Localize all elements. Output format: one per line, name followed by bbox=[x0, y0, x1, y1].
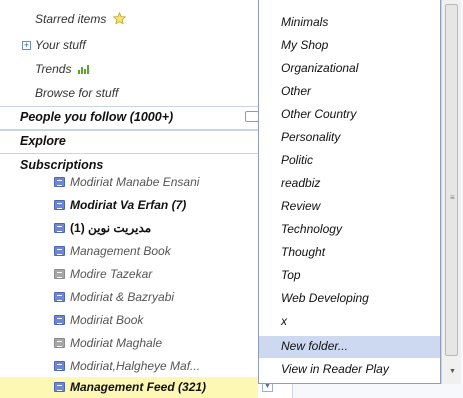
people-you-follow-label: People you follow (1000+) bbox=[20, 110, 174, 124]
menu-item-other-country[interactable]: Other Country bbox=[281, 107, 356, 121]
scroll-thumb[interactable] bbox=[445, 4, 458, 356]
browse-link[interactable]: Browse for stuff bbox=[35, 86, 118, 100]
menu-scrollbar[interactable] bbox=[441, 0, 461, 384]
feed-label: (مدیریت نوین (1 bbox=[70, 221, 152, 235]
trends-link[interactable]: Trends bbox=[35, 62, 90, 77]
menu-item-review[interactable]: Review bbox=[281, 199, 320, 213]
menu-item-other[interactable]: Other bbox=[281, 84, 311, 98]
feed-label: Modiriat Book bbox=[70, 313, 144, 327]
feed-item[interactable]: Modiriat Maghale bbox=[0, 333, 258, 354]
trends-label: Trends bbox=[35, 62, 72, 76]
feed-label: Modiriat Manabe Ensani bbox=[70, 175, 200, 189]
feed-icon bbox=[54, 223, 65, 233]
menu-item-readbiz[interactable]: readbiz bbox=[281, 176, 320, 190]
broken-feed-icon bbox=[54, 338, 65, 348]
menu-item-new-folder[interactable]: New folder... bbox=[281, 339, 348, 353]
feed-icon bbox=[54, 200, 65, 210]
menu-item-minimals[interactable]: Minimals bbox=[281, 15, 328, 29]
feed-label: Modire Tazekar bbox=[70, 267, 153, 281]
broken-feed-icon bbox=[54, 269, 65, 279]
subscriptions-heading[interactable]: Subscriptions bbox=[20, 158, 103, 172]
feed-item[interactable]: Management Book bbox=[0, 241, 258, 262]
menu-item-top[interactable]: Top bbox=[281, 268, 301, 282]
feed-icon bbox=[54, 177, 65, 187]
feed-label: Modiriat,Halgheye Maf... bbox=[70, 359, 201, 373]
feed-icon bbox=[54, 292, 65, 302]
feed-label: Modiriat Maghale bbox=[70, 336, 163, 350]
feed-label: Management Feed (321) bbox=[70, 380, 207, 394]
feed-icon bbox=[54, 361, 65, 371]
star-icon bbox=[112, 11, 126, 28]
feed-item[interactable]: Modire Tazekar bbox=[0, 264, 258, 285]
people-you-follow-section[interactable]: People you follow (1000+) bbox=[0, 106, 258, 130]
feed-item[interactable]: Modiriat Book bbox=[0, 310, 258, 331]
feed-item[interactable]: Modiriat Va Erfan (7) bbox=[0, 195, 258, 216]
menu-item-technology[interactable]: Technology bbox=[281, 222, 342, 236]
feed-item[interactable]: Modiriat,Halgheye Maf... bbox=[0, 356, 258, 377]
starred-items-link[interactable]: Starred items bbox=[35, 11, 126, 28]
menu-item-my-shop[interactable]: My Shop bbox=[281, 38, 328, 52]
feed-item[interactable]: Modiriat & Bazryabi bbox=[0, 287, 258, 308]
sidebar: Starred items + Your stuff Trends Browse… bbox=[0, 0, 259, 398]
menu-item-thought[interactable]: Thought bbox=[281, 245, 325, 259]
menu-item-organizational[interactable]: Organizational bbox=[281, 61, 358, 75]
menu-item-view-in-reader-play[interactable]: View in Reader Play bbox=[281, 362, 389, 376]
expand-your-stuff-icon[interactable]: + bbox=[22, 41, 31, 50]
menu-item-web-developing[interactable]: Web Developing bbox=[281, 291, 369, 305]
starred-items-label: Starred items bbox=[35, 12, 107, 26]
feed-item[interactable]: (مدیریت نوین (1 bbox=[0, 218, 258, 239]
feed-icon bbox=[54, 315, 65, 325]
explore-section[interactable]: Explore bbox=[0, 130, 258, 154]
explore-label: Explore bbox=[20, 134, 66, 148]
feed-label: Modiriat & Bazryabi bbox=[70, 290, 175, 304]
menu-item-x[interactable]: x bbox=[281, 314, 287, 328]
feed-label: Management Book bbox=[70, 244, 171, 258]
trends-bar-icon bbox=[77, 63, 90, 77]
feed-item[interactable]: Modiriat Manabe Ensani bbox=[0, 172, 258, 193]
feed-item-selected[interactable]: Management Feed (321) bbox=[0, 377, 258, 398]
menu-item-politic[interactable]: Politic bbox=[281, 153, 313, 167]
feed-label: Modiriat Va Erfan (7) bbox=[70, 198, 187, 212]
your-stuff-link[interactable]: Your stuff bbox=[35, 38, 86, 52]
comment-icon[interactable] bbox=[245, 111, 259, 122]
feed-icon bbox=[54, 382, 65, 392]
feed-icon bbox=[54, 246, 65, 256]
scroll-down-arrow-icon[interactable]: ▼ bbox=[449, 368, 456, 375]
scroll-grip-icon: ≡ bbox=[450, 193, 455, 202]
menu-item-personality[interactable]: Personality bbox=[281, 130, 340, 144]
folder-dropdown-menu: Minimals My Shop Organizational Other Ot… bbox=[258, 0, 441, 384]
